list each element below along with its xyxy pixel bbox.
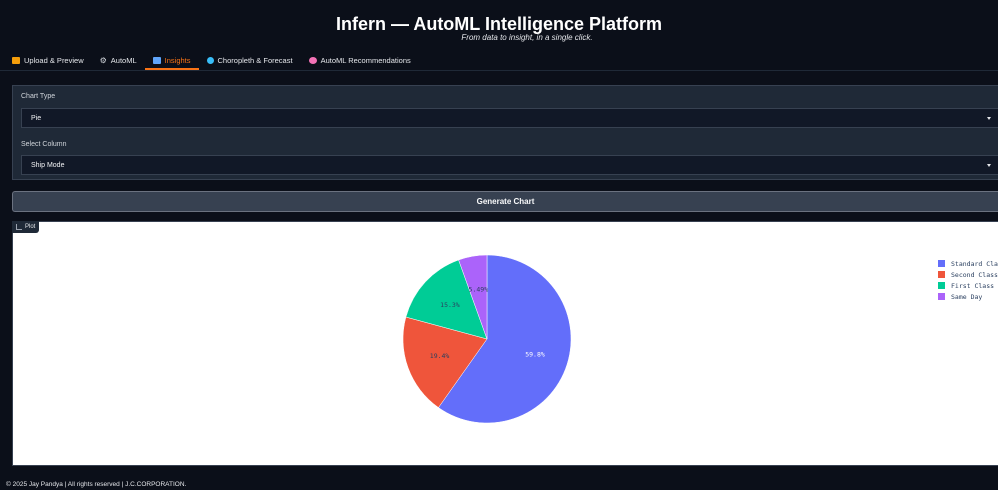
generate-chart-button[interactable]: Generate Chart [12, 191, 998, 212]
chevron-down-icon [987, 164, 991, 167]
chart-controls-panel: Chart Type Pie Select Column Ship Mode [12, 85, 998, 180]
tab-label: Upload & Preview [24, 56, 84, 65]
chart-type-label: Chart Type [21, 93, 56, 100]
column-dropdown[interactable]: Ship Mode [21, 155, 998, 175]
legend-swatch [938, 293, 945, 300]
footer-text: © 2025 Jay Pandya | All rights reserved … [6, 481, 187, 488]
legend-swatch [938, 282, 945, 289]
chart-icon [16, 224, 22, 230]
tab-insights[interactable]: Insights [144, 53, 199, 70]
tab-divider [0, 70, 998, 71]
legend-label: Second Class [951, 270, 998, 279]
legend-label: First Class [951, 281, 995, 290]
bar-chart-icon [152, 57, 161, 64]
app-title: Infern — AutoML Intelligence Platform [335, 14, 663, 34]
legend-item[interactable]: Standard Clas [938, 258, 998, 269]
tab-choropleth-forecast[interactable]: Choropleth & Forecast [199, 53, 301, 68]
tab-automl-recommendations[interactable]: AutoML Recommendations [301, 53, 419, 68]
legend-label: Same Day [951, 292, 983, 301]
tab-label: AutoML Recommendations [320, 56, 411, 65]
globe-icon [206, 57, 214, 64]
pie-value-label: 5.49% [469, 285, 489, 293]
legend-item[interactable]: Second Class [938, 269, 998, 280]
plot-label: Plot [12, 221, 40, 233]
gear-icon: ⚙ [99, 56, 107, 65]
legend-swatch [938, 260, 945, 267]
tab-label: Choropleth & Forecast [217, 56, 293, 65]
brain-icon [308, 57, 317, 64]
app-subtitle: From data to insight, in a single click. [461, 33, 593, 42]
legend-swatch [938, 271, 945, 278]
chevron-down-icon [987, 117, 991, 120]
pie-chart: 59.8% 19.4% 15.3% 5.49% [402, 254, 572, 424]
pie-value-label: 59.8% [525, 350, 545, 358]
column-value: Ship Mode [31, 161, 65, 169]
app-header: Infern — AutoML Intelligence Platform Fr… [0, 0, 998, 48]
tab-bar: Upload & Preview ⚙ AutoML Insights Choro… [10, 53, 419, 70]
tab-label: AutoML [110, 56, 137, 65]
pie-value-label: 19.4% [430, 352, 450, 360]
tab-label: Insights [164, 56, 191, 65]
legend-label: Standard Clas [951, 259, 998, 268]
tab-automl[interactable]: ⚙ AutoML [92, 53, 145, 68]
column-label: Select Column [21, 141, 67, 148]
folder-icon [12, 57, 20, 64]
pie-value-label: 15.3% [440, 301, 460, 309]
chart-legend: Standard Clas Second Class First Class Same… [938, 258, 998, 302]
plot-area: 59.8% 19.4% 15.3% 5.49% [12, 221, 998, 466]
chart-type-value: Pie [31, 114, 42, 122]
chart-type-dropdown[interactable]: Pie [21, 108, 998, 128]
legend-item[interactable]: Same Day [938, 291, 998, 302]
legend-item[interactable]: First Class [938, 280, 998, 291]
tab-upload-preview[interactable]: Upload & Preview [10, 53, 92, 68]
